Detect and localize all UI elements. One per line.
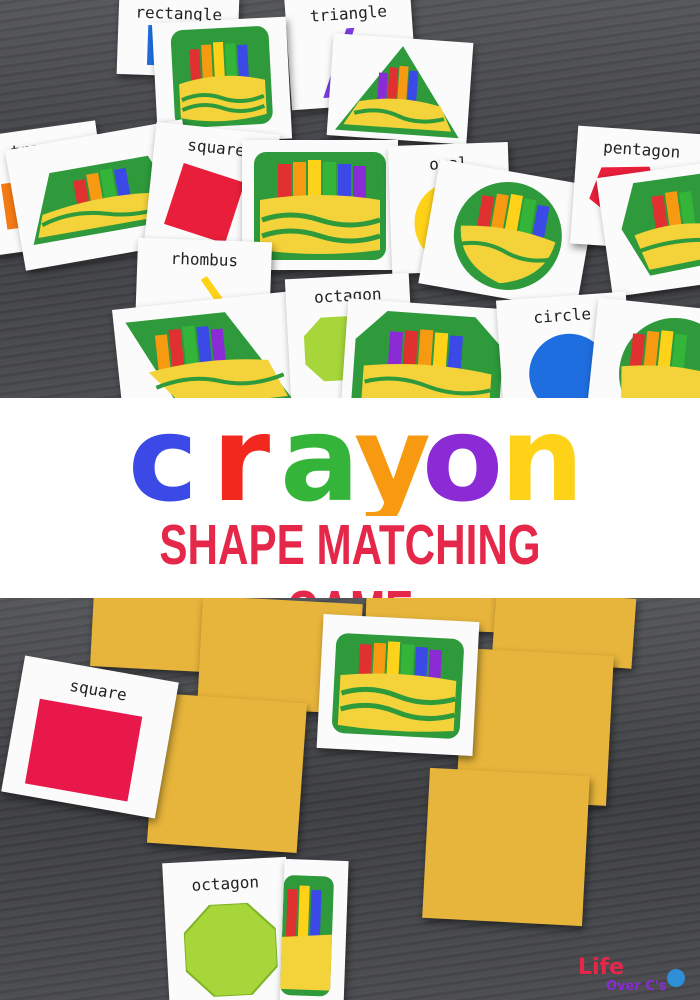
title-letter-n: n <box>500 404 584 516</box>
crayon-card-7 <box>112 290 308 398</box>
card-square-bottom: square <box>1 655 179 819</box>
card-label: octagon <box>191 872 260 895</box>
crayon-card-partial <box>279 858 349 1000</box>
title-letter-c: c <box>128 404 198 516</box>
face-down-card <box>422 767 590 927</box>
crayon-art <box>125 312 295 398</box>
logo-line-1: Life <box>578 955 624 980</box>
title-banner: c r a y o n SHAPE MATCHING GAME <box>0 398 700 643</box>
crayon-art <box>280 875 334 997</box>
crayon-card-2 <box>326 33 474 145</box>
crayon-art <box>332 633 464 739</box>
card-label: triangle <box>309 1 388 26</box>
card-octagon-bottom: octagon <box>162 856 294 1000</box>
title-letter-y: y <box>354 404 431 516</box>
crayon-card-face-up <box>316 614 480 756</box>
life-over-cs-logo: Life Over C's <box>578 955 685 994</box>
crayon-art <box>350 311 504 398</box>
square-shape <box>24 698 143 802</box>
title-crayon: c r a y o n <box>128 404 584 516</box>
card-label: pentagon <box>602 137 681 162</box>
crayon-card-9 <box>586 297 700 398</box>
crayon-art <box>619 317 700 398</box>
title-letter-o: o <box>422 404 503 516</box>
globe-icon <box>667 969 685 987</box>
top-photo-table: rectangle triangle trapez <box>0 0 700 398</box>
crayon-art <box>335 46 459 139</box>
bottom-photo-table: square octagon Life Over C's <box>0 598 700 1000</box>
crayon-art <box>621 172 700 276</box>
title-letter-a: a <box>280 404 360 516</box>
crayon-card-6 <box>596 162 700 298</box>
crayon-card-8 <box>340 298 516 398</box>
card-label: rhombus <box>170 248 239 271</box>
square-shape <box>164 162 245 244</box>
title-letter-r: r <box>212 404 270 516</box>
logo-line-2: Over C's <box>606 979 667 994</box>
octagon-shape <box>182 901 279 998</box>
